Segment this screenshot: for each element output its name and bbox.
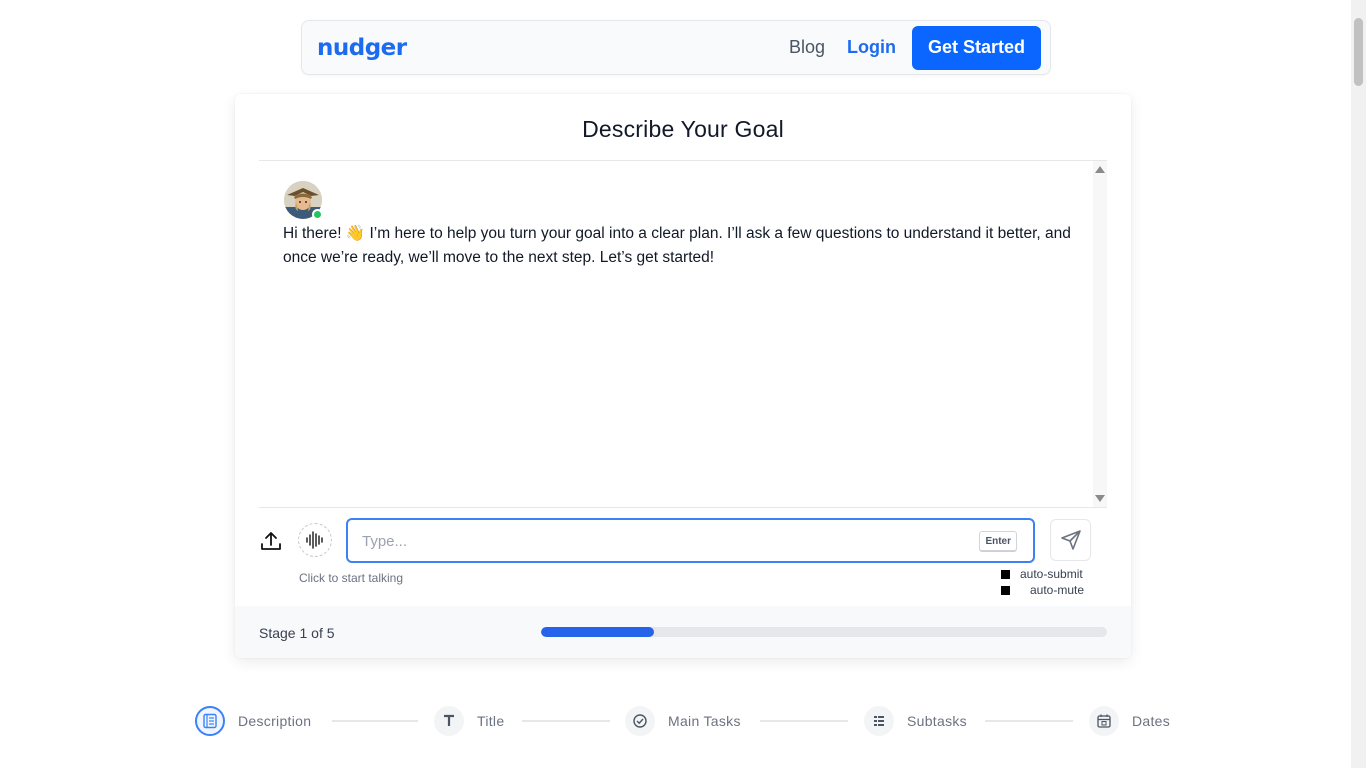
auto-submit-option[interactable]: auto-submit: [1001, 567, 1083, 581]
logo[interactable]: nudger: [317, 35, 407, 61]
step-title[interactable]: Title: [434, 706, 504, 736]
step-label: Description: [238, 713, 312, 729]
step-main-tasks[interactable]: Main Tasks: [625, 706, 741, 736]
step-subtasks[interactable]: Subtasks: [864, 706, 967, 736]
send-button[interactable]: [1050, 519, 1091, 561]
page-title: Describe Your Goal: [582, 116, 784, 142]
step-navigation: Description Title Main Tasks Subtasks Da…: [195, 706, 1175, 736]
avatar: [284, 181, 323, 220]
auto-mute-checkbox[interactable]: [1001, 585, 1010, 595]
assistant-message: Hi there! 👋 I’m here to help you turn yo…: [283, 225, 1071, 266]
mic-hint: Click to start talking: [299, 571, 404, 585]
upload-icon: [261, 532, 281, 550]
chat-area: Hi there! 👋 I’m here to help you turn yo…: [259, 161, 1107, 507]
scroll-up-arrow-icon[interactable]: [1095, 166, 1105, 173]
message-input-wrapper: Enter: [346, 518, 1035, 563]
scroll-down-arrow-icon[interactable]: [1095, 495, 1105, 502]
nav-blog-link[interactable]: Blog: [789, 37, 825, 58]
progress-bar-fill: [541, 627, 655, 637]
text-t-icon: [434, 706, 464, 736]
step-label: Title: [477, 713, 505, 729]
divider: [259, 507, 1107, 508]
calendar-icon: [1089, 706, 1119, 736]
step-label: Dates: [1132, 713, 1171, 729]
list-icon: [864, 706, 894, 736]
auto-mute-option[interactable]: auto-mute: [1001, 583, 1084, 597]
auto-mute-label: auto-mute: [1030, 583, 1085, 597]
enter-key-hint: Enter: [979, 531, 1017, 551]
goal-card: Describe Your Goal Hi there! 👋 I’m here …: [235, 94, 1131, 658]
navbar: nudger Blog Login Get Started: [301, 20, 1051, 75]
auto-submit-checkbox[interactable]: [1001, 569, 1010, 579]
step-label: Subtasks: [907, 713, 967, 729]
document-icon: [195, 706, 225, 736]
stage-indicator: Stage 1 of 5: [259, 625, 335, 641]
get-started-button[interactable]: Get Started: [911, 25, 1041, 70]
step-label: Main Tasks: [668, 713, 741, 729]
step-connector: [760, 720, 848, 722]
step-dates[interactable]: Dates: [1089, 706, 1170, 736]
check-circle-icon: [625, 706, 655, 736]
auto-submit-label: auto-submit: [1020, 567, 1083, 581]
step-description[interactable]: Description: [195, 706, 311, 736]
page-scrollbar-thumb[interactable]: [1354, 18, 1363, 86]
chat-scrollbar[interactable]: [1093, 161, 1107, 507]
nav-login-link[interactable]: Login: [847, 37, 896, 58]
audio-wave-icon: [306, 531, 323, 549]
page-scrollbar[interactable]: [1351, 0, 1366, 768]
upload-button[interactable]: [259, 528, 283, 554]
step-connector: [522, 720, 610, 722]
progress-bar: [541, 627, 1107, 637]
card-footer: Stage 1 of 5: [235, 606, 1131, 658]
voice-button[interactable]: [298, 523, 332, 557]
step-connector: [985, 720, 1073, 722]
online-status-dot: [312, 209, 323, 220]
message-input[interactable]: [362, 530, 962, 552]
step-connector: [332, 720, 418, 722]
send-icon: [1060, 530, 1081, 550]
